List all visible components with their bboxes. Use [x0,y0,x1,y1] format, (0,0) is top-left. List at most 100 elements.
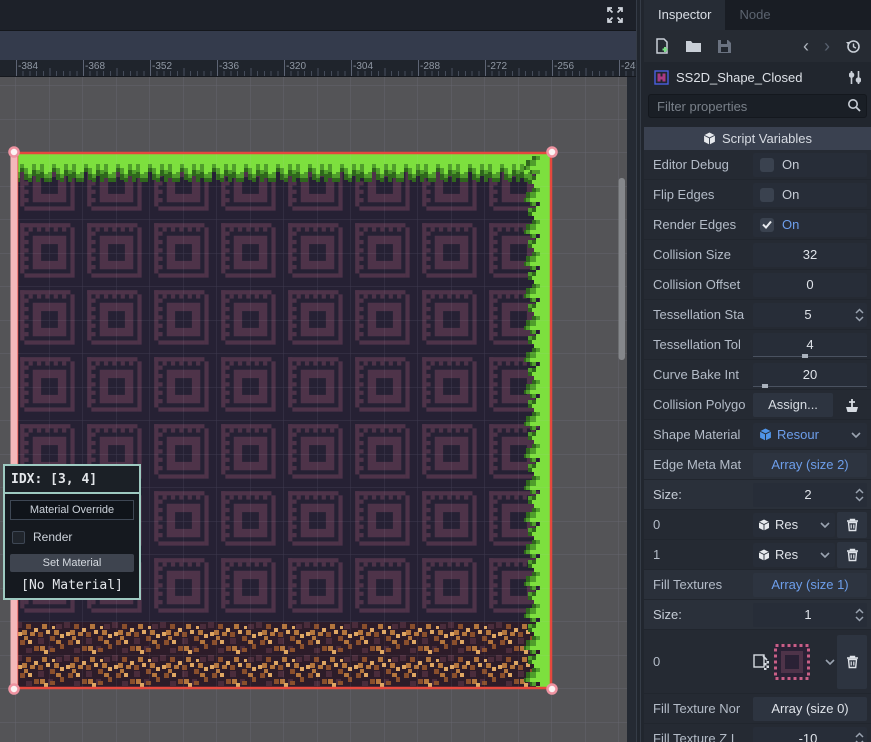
array-item-row-1: 1 Res [644,540,871,569]
edited-resource-row: SS2D_Shape_Closed [644,62,871,92]
canvas-2d[interactable] [0,77,636,742]
viewport-vertical-scrollbar[interactable] [619,178,626,360]
fill-texture-z-index-spinbox[interactable]: -10 [753,727,867,742]
curve-bake-interval-slider[interactable]: 20 [753,363,867,387]
new-resource-icon[interactable] [654,38,670,54]
delete-array-item-button[interactable] [837,542,867,568]
edge-meta-materials-array-button[interactable]: Array (size 2) [753,453,867,477]
viewport-2d: -384 -368 -352 -336 -320 -304 -288 -272 … [0,0,636,742]
section-script-variables[interactable]: Script Variables [644,127,871,150]
expand-fullscreen-icon[interactable] [606,6,624,24]
ruler-label: -352 [152,61,172,72]
shape-material-resource-picker[interactable]: Resour [753,423,867,447]
resource-name[interactable]: SS2D_Shape_Closed [676,70,842,85]
spinner-icon[interactable] [855,308,864,322]
object-history-icon[interactable] [845,38,861,54]
viewport-topbar [0,0,636,30]
tessellation-stages-spinbox[interactable]: 5 [753,303,867,327]
filter-properties-input[interactable] [648,94,867,118]
tab-inspector[interactable]: Inspector [644,0,725,30]
edge-point-popup: IDX: [3, 4] Material Override Render Set… [3,464,141,600]
trash-icon [846,518,859,532]
array-item-resource-picker[interactable]: Res [753,543,835,567]
size-label: Size: [653,607,753,622]
array-size-spinbox[interactable]: 1 [753,603,867,627]
resource-label: Res [775,517,815,532]
script-variables-icon [703,132,716,145]
property-label: Shape Material [653,427,753,442]
property-label: Flip Edges [653,187,753,202]
search-icon [847,98,861,112]
trash-icon [846,655,859,669]
fill-textures-array-button[interactable]: Array (size 1) [753,573,867,597]
set-material-button[interactable]: Set Material [10,554,134,572]
property-row-tessellation-stages: Tessellation Sta 5 [644,300,871,329]
property-label: Edge Meta Mat [653,457,753,472]
render-edges-checkbox[interactable]: On [753,213,867,237]
field-value: 4 [753,337,867,352]
chevron-down-icon[interactable] [825,659,835,665]
dock-splitter[interactable] [636,0,644,742]
slider-grabber[interactable] [802,354,808,358]
field-value: 2 [753,487,855,502]
assign-button-label: Assign... [768,397,818,412]
ruler-label: -368 [85,61,105,72]
ruler-label: -304 [353,61,373,72]
history-back-icon[interactable]: ‹ [803,38,809,54]
spinner-icon[interactable] [855,608,864,622]
property-row-editor-debug: Editor Debug On [644,150,871,179]
property-row-fill-texture-z-index: Fill Texture Z I -10 [644,724,871,742]
dock-tab-bar: Inspector Node [644,0,871,30]
point-handle-bottom-left[interactable] [10,685,19,694]
inspector-tools-icon[interactable] [849,70,861,85]
tessellation-tolerance-slider[interactable]: 4 [753,333,867,357]
property-row-flip-edges: Flip Edges On [644,180,871,209]
fill-texture-thumbnail[interactable] [774,644,810,680]
edit-image-icon[interactable] [753,654,769,670]
property-row-fill-texture-normals: Fill Texture Nor Array (size 0) [644,694,871,723]
editor-debug-checkbox[interactable]: On [753,153,867,177]
collision-size-field[interactable]: 32 [753,243,867,267]
spinner-icon[interactable] [855,732,864,742]
material-override-button[interactable]: Material Override [10,500,134,520]
property-row-fill-textures: Fill Textures Array (size 1) [644,570,871,599]
history-forward-icon[interactable]: › [824,38,830,54]
edge-highlight-left[interactable] [11,152,18,690]
assign-node-button[interactable]: Assign... [753,393,833,417]
resource-label: Resour [777,427,819,442]
delete-array-item-button[interactable] [837,635,867,689]
chevron-down-icon [820,552,830,558]
tab-node[interactable]: Node [725,0,784,30]
resource-cube-icon [759,428,772,441]
array-item-row-0: 0 Res [644,510,871,539]
array-item-resource-picker[interactable]: Res [753,513,835,537]
render-checkbox[interactable] [12,531,25,544]
slider-grabber[interactable] [762,384,768,388]
canvas-grid [0,77,636,742]
clear-node-icon[interactable] [843,397,861,413]
chevron-down-icon [851,432,861,438]
property-label: Tessellation Tol [653,337,753,352]
spinner-icon[interactable] [855,488,864,502]
load-resource-folder-icon[interactable] [685,39,702,53]
no-material-label: [No Material] [5,572,139,598]
resource-label: Res [775,547,815,562]
ruler-label: -272 [487,61,507,72]
field-value: 0 [753,277,867,292]
delete-array-item-button[interactable] [837,512,867,538]
point-handle-top-right[interactable] [548,148,557,157]
property-label: Collision Size [653,247,753,262]
field-value: 32 [753,247,867,262]
horizontal-ruler: -384 -368 -352 -336 -320 -304 -288 -272 … [0,60,636,77]
fill-texture-item-row: 0 [644,630,871,693]
array-size-spinbox[interactable]: 2 [753,483,867,507]
point-handle-top-left[interactable] [10,148,19,157]
point-handle-bottom-right[interactable] [548,685,557,694]
collision-offset-field[interactable]: 0 [753,273,867,297]
ruler-label: -320 [286,61,306,72]
flip-edges-checkbox[interactable]: On [753,183,867,207]
fill-texture-normals-array-button[interactable]: Array (size 0) [753,697,867,721]
save-resource-icon[interactable] [717,39,732,54]
property-label: Fill Texture Nor [653,701,753,716]
resource-cube-icon [758,519,770,531]
